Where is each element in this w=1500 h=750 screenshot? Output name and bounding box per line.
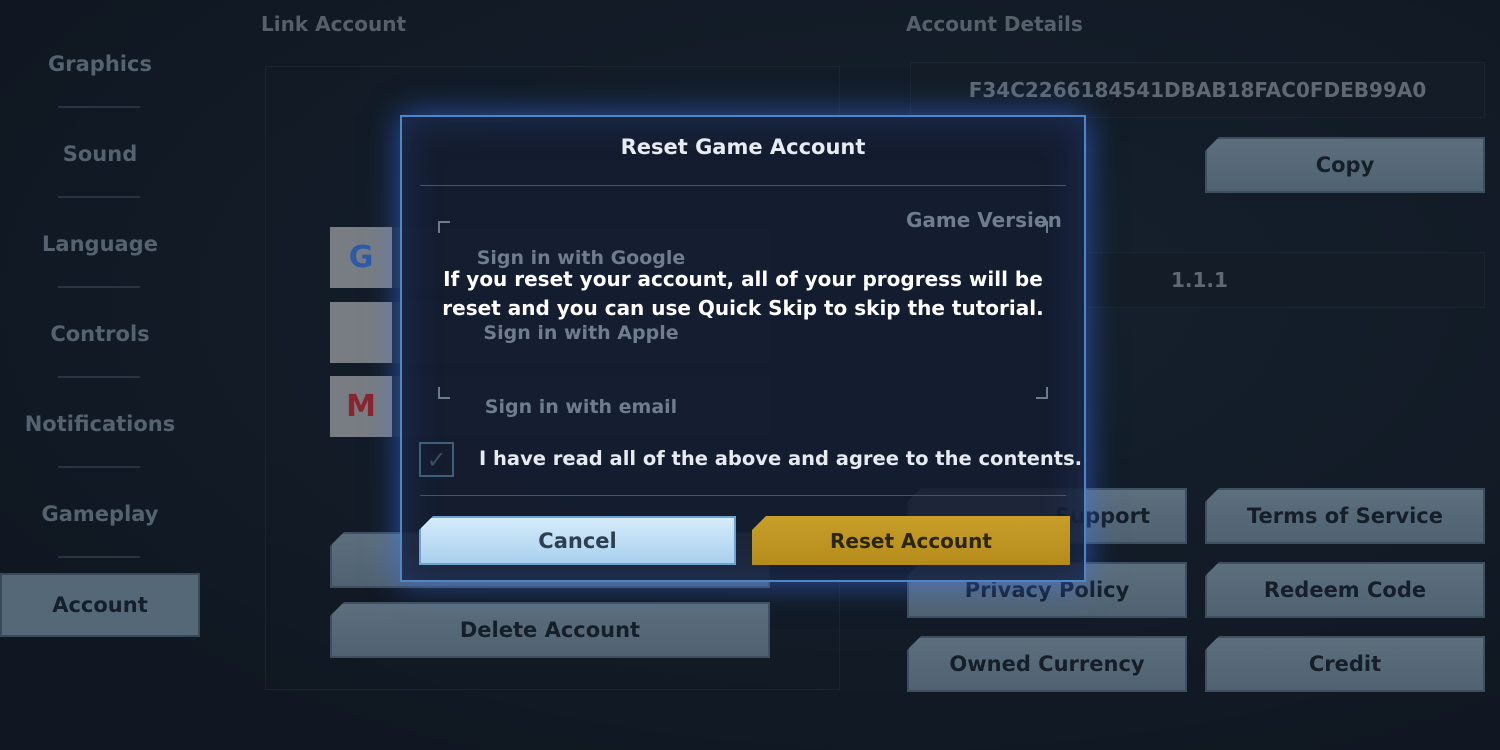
divider: [420, 495, 1066, 496]
agree-label[interactable]: I have read all of the above and agree t…: [479, 447, 1082, 470]
reset-account-dialog: Reset Game Account If you reset your acc…: [400, 115, 1086, 582]
game-version-label: Game Version: [906, 208, 1062, 232]
cancel-button[interactable]: Cancel: [419, 516, 736, 565]
frame-corner: [438, 221, 450, 233]
dialog-title: Reset Game Account: [620, 135, 866, 159]
dialog-message: If you reset your account, all of your p…: [442, 267, 1044, 320]
reset-account-button[interactable]: Reset Account: [752, 516, 1070, 565]
frame-corner: [1036, 387, 1048, 399]
agree-checkbox[interactable]: ✓: [419, 442, 454, 477]
check-icon: ✓: [426, 445, 447, 474]
divider: [420, 185, 1066, 186]
